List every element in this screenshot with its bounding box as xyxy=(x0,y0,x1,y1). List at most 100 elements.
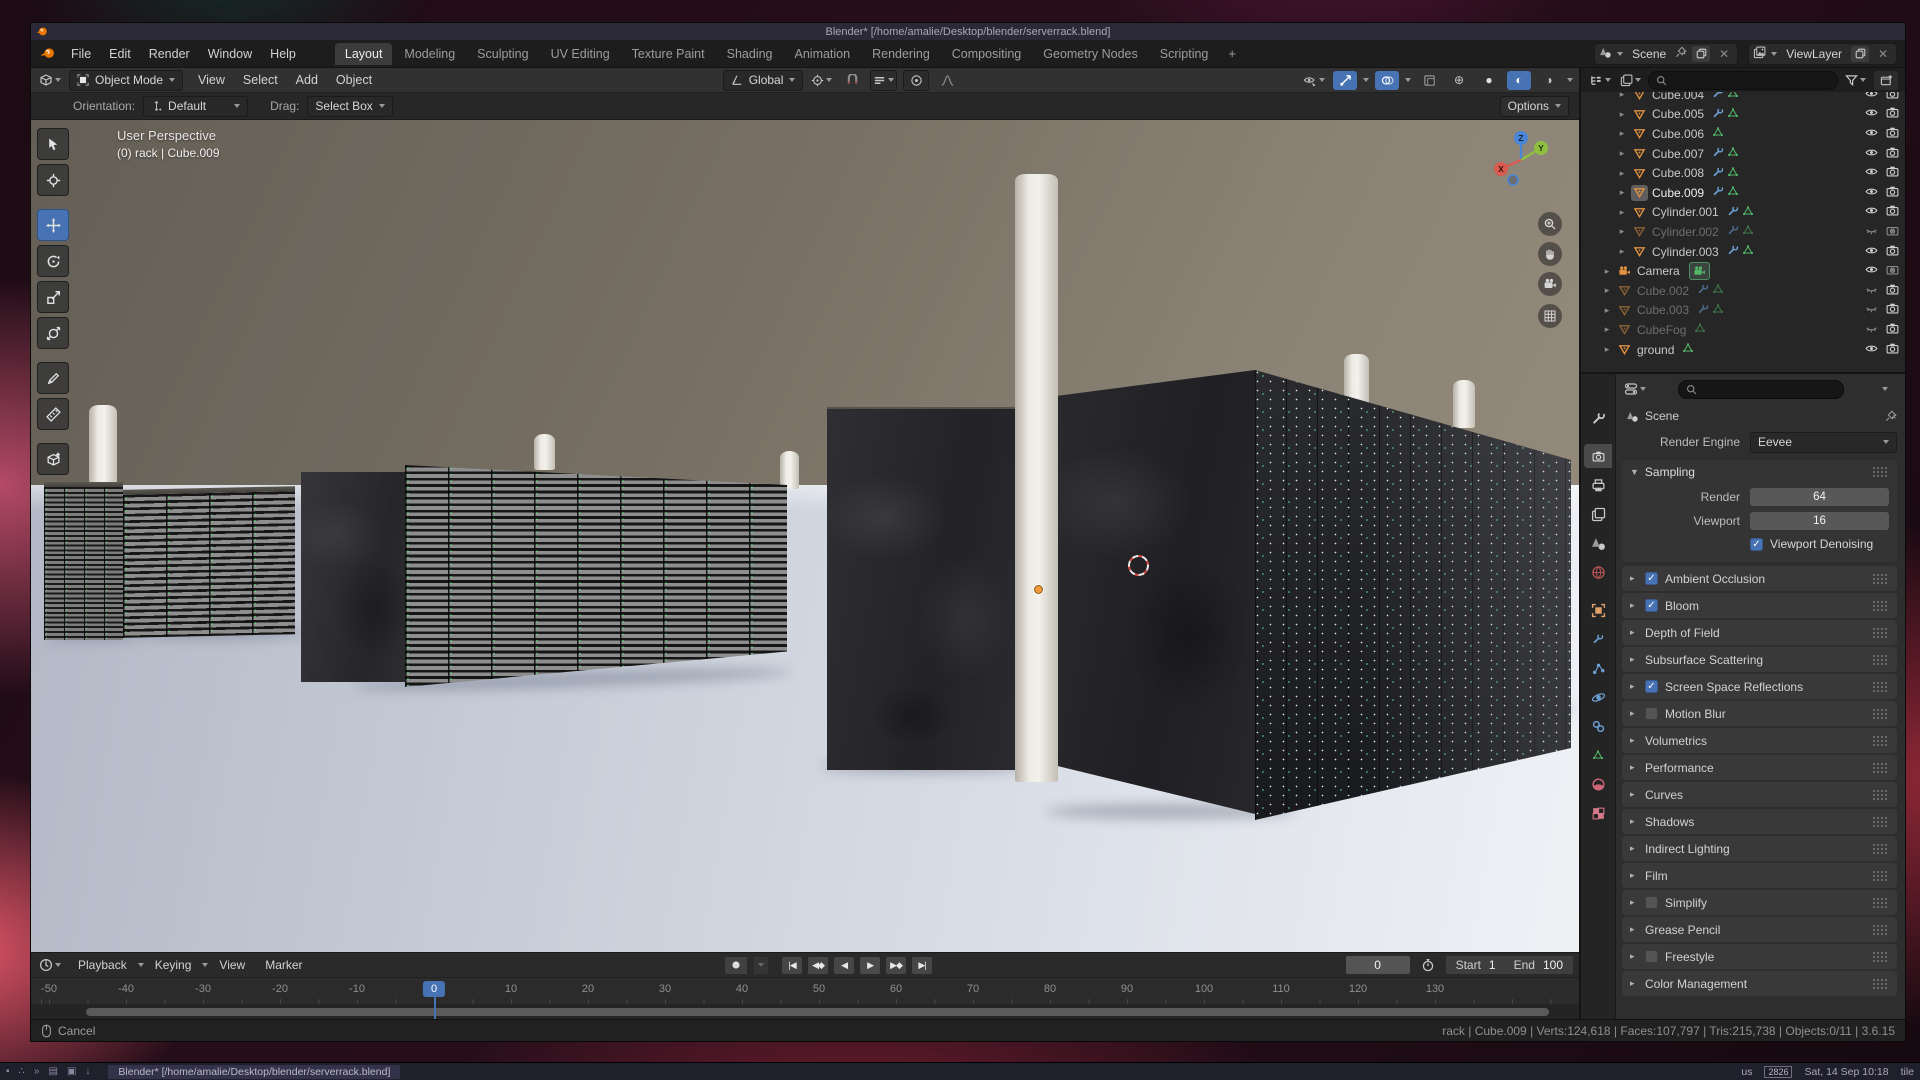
render-visibility-icon[interactable] xyxy=(1886,342,1899,358)
add-cube-tool-button[interactable] xyxy=(37,443,69,475)
properties-editor-type-dropdown[interactable] xyxy=(1622,380,1648,399)
outliner-item-name[interactable]: Cylinder.002 xyxy=(1652,225,1719,239)
frame-range-fields[interactable]: Start 1 End 100 xyxy=(1446,956,1573,974)
menu-edit[interactable]: Edit xyxy=(100,43,140,65)
drag-grip-icon[interactable] xyxy=(1873,574,1889,584)
screen-space-reflections-checkbox[interactable]: ✓ xyxy=(1645,680,1658,693)
shading-material-preview-button[interactable]: ◐ xyxy=(1507,71,1531,90)
simplify-checkbox[interactable] xyxy=(1645,896,1658,909)
render-visibility-icon[interactable] xyxy=(1886,146,1899,162)
outliner-row-cube-002[interactable]: ▸ Cube.002 xyxy=(1581,281,1905,301)
outliner-search-input[interactable] xyxy=(1648,71,1838,90)
motion-blur-checkbox[interactable] xyxy=(1645,707,1658,720)
current-frame-field[interactable]: 0 xyxy=(1346,956,1410,974)
drag-grip-icon[interactable] xyxy=(1873,628,1889,638)
render-visibility-icon[interactable] xyxy=(1886,302,1899,318)
viewport-menu-add[interactable]: Add xyxy=(287,69,327,91)
outliner-item-name[interactable]: Cylinder.003 xyxy=(1652,245,1719,259)
properties-tab-physics[interactable] xyxy=(1584,685,1612,709)
workspace-tab-shading[interactable]: Shading xyxy=(717,43,783,65)
workspace-tab-sculpting[interactable]: Sculpting xyxy=(467,43,538,65)
render-disabled-icon[interactable] xyxy=(1886,263,1899,279)
render-visibility-icon[interactable] xyxy=(1886,185,1899,201)
drag-grip-icon[interactable] xyxy=(1873,601,1889,611)
section-ambient-occlusion[interactable]: ▸✓Ambient Occlusion xyxy=(1622,566,1897,591)
workspace-tab-compositing[interactable]: Compositing xyxy=(942,43,1031,65)
expand-arrow-icon[interactable]: ▸ xyxy=(1617,187,1627,198)
viewlayer-selector[interactable]: ViewLayer ✕ xyxy=(1748,43,1897,65)
outliner-item-name[interactable]: Cube.009 xyxy=(1652,186,1704,200)
timeline-menu-keying[interactable]: Keying xyxy=(146,954,201,976)
freestyle-checkbox[interactable] xyxy=(1645,950,1658,963)
annotate-tool-button[interactable] xyxy=(37,362,69,394)
outliner-row-cylinder-002[interactable]: ▸Cylinder.002 xyxy=(1581,222,1905,242)
overlays-dropdown[interactable] xyxy=(1405,78,1411,82)
proportional-falloff-dropdown[interactable] xyxy=(935,71,959,90)
show-object-types-dropdown[interactable] xyxy=(1301,71,1327,90)
eye-open-icon[interactable] xyxy=(1865,204,1878,220)
eye-open-icon[interactable] xyxy=(1865,263,1878,279)
viewport-menu-object[interactable]: Object xyxy=(327,69,381,91)
xray-toggle[interactable] xyxy=(1417,71,1441,90)
properties-tab-material[interactable] xyxy=(1584,772,1612,796)
outliner-row-ground[interactable]: ▸ground xyxy=(1581,340,1905,360)
sampling-render-field[interactable]: 64 xyxy=(1750,488,1889,506)
gizmos-toggle[interactable] xyxy=(1333,71,1357,90)
expand-arrow-icon[interactable]: ▸ xyxy=(1617,128,1627,139)
cursor-tool-button[interactable] xyxy=(37,164,69,196)
outliner-row-cube-008[interactable]: ▸Cube.008 xyxy=(1581,163,1905,183)
drag-grip-icon[interactable] xyxy=(1873,709,1889,719)
eye-open-icon[interactable] xyxy=(1865,126,1878,142)
render-visibility-icon[interactable] xyxy=(1886,106,1899,122)
section-motion-blur[interactable]: ▸Motion Blur xyxy=(1622,701,1897,726)
taskbar-window-button[interactable]: Blender* [/home/amalie/Desktop/blender/s… xyxy=(108,1065,400,1079)
properties-tab-object[interactable] xyxy=(1584,598,1612,622)
properties-options-dropdown[interactable] xyxy=(1873,380,1897,399)
expand-arrow-icon[interactable]: ▸ xyxy=(1617,168,1627,179)
proportional-editing-toggle[interactable] xyxy=(903,70,929,91)
drag-grip-icon[interactable] xyxy=(1873,736,1889,746)
workspace-tab-layout[interactable]: Layout xyxy=(335,43,393,65)
outliner-row-cube-009[interactable]: ▸ Cube.009 xyxy=(1581,183,1905,203)
taskbar-icon[interactable]: ↓ xyxy=(85,1066,90,1077)
section-volumetrics[interactable]: ▸Volumetrics xyxy=(1622,728,1897,753)
eye-closed-icon[interactable] xyxy=(1865,283,1878,299)
render-disabled-icon[interactable] xyxy=(1886,224,1899,240)
expand-arrow-icon[interactable]: ▸ xyxy=(1602,324,1612,335)
options-dropdown[interactable]: Options xyxy=(1500,96,1569,117)
gizmo-x-label[interactable]: X xyxy=(1498,164,1504,174)
taskbar-icon[interactable]: » xyxy=(34,1066,40,1077)
keyboard-layout-indicator[interactable]: us xyxy=(1741,1066,1752,1078)
outliner-item-name[interactable]: Cube.006 xyxy=(1652,127,1704,141)
drag-grip-icon[interactable] xyxy=(1873,790,1889,800)
transform-orientation-dropdown[interactable]: Global xyxy=(723,70,804,91)
outliner-item-name[interactable]: Cube.002 xyxy=(1637,284,1689,298)
shading-rendered-button[interactable]: ◑ xyxy=(1537,71,1561,90)
unlink-scene-button[interactable]: ✕ xyxy=(1715,46,1733,62)
pan-hand-button[interactable] xyxy=(1538,242,1562,266)
properties-tab-view-layer[interactable] xyxy=(1584,502,1612,526)
overlays-toggle[interactable] xyxy=(1375,71,1399,90)
drag-grip-icon[interactable] xyxy=(1873,871,1889,881)
3d-viewport[interactable]: User Perspective (0) rack | Cube.009 Z xyxy=(31,120,1579,952)
menu-render[interactable]: Render xyxy=(140,43,199,65)
camera-view-button[interactable] xyxy=(1538,272,1562,296)
play-button[interactable]: ▶ xyxy=(860,957,880,974)
shading-solid-button[interactable]: ● xyxy=(1477,71,1501,90)
gizmo-y-label[interactable]: Y xyxy=(1538,143,1544,153)
outliner-row-cubefog[interactable]: ▸CubeFog xyxy=(1581,320,1905,340)
workspace-tab-modeling[interactable]: Modeling xyxy=(394,43,465,65)
workspace-tab-rendering[interactable]: Rendering xyxy=(862,43,940,65)
outliner-row-cylinder-001[interactable]: ▸Cylinder.001 xyxy=(1581,203,1905,223)
snap-settings-dropdown[interactable] xyxy=(870,70,897,91)
select-box-tool-button[interactable] xyxy=(37,128,69,160)
taskbar-clock[interactable]: Sat, 14 Sep 10:18 xyxy=(1804,1066,1888,1078)
timeline-editor-type-dropdown[interactable] xyxy=(37,956,63,975)
gizmo-z-label[interactable]: Z xyxy=(1518,133,1523,143)
eye-open-icon[interactable] xyxy=(1865,106,1878,122)
expand-arrow-icon[interactable]: ▸ xyxy=(1602,285,1612,296)
section-indirect-lighting[interactable]: ▸Indirect Lighting xyxy=(1622,836,1897,861)
section-curves[interactable]: ▸Curves xyxy=(1622,782,1897,807)
menu-window[interactable]: Window xyxy=(199,43,261,65)
outliner-item-name[interactable]: Cube.005 xyxy=(1652,107,1704,121)
